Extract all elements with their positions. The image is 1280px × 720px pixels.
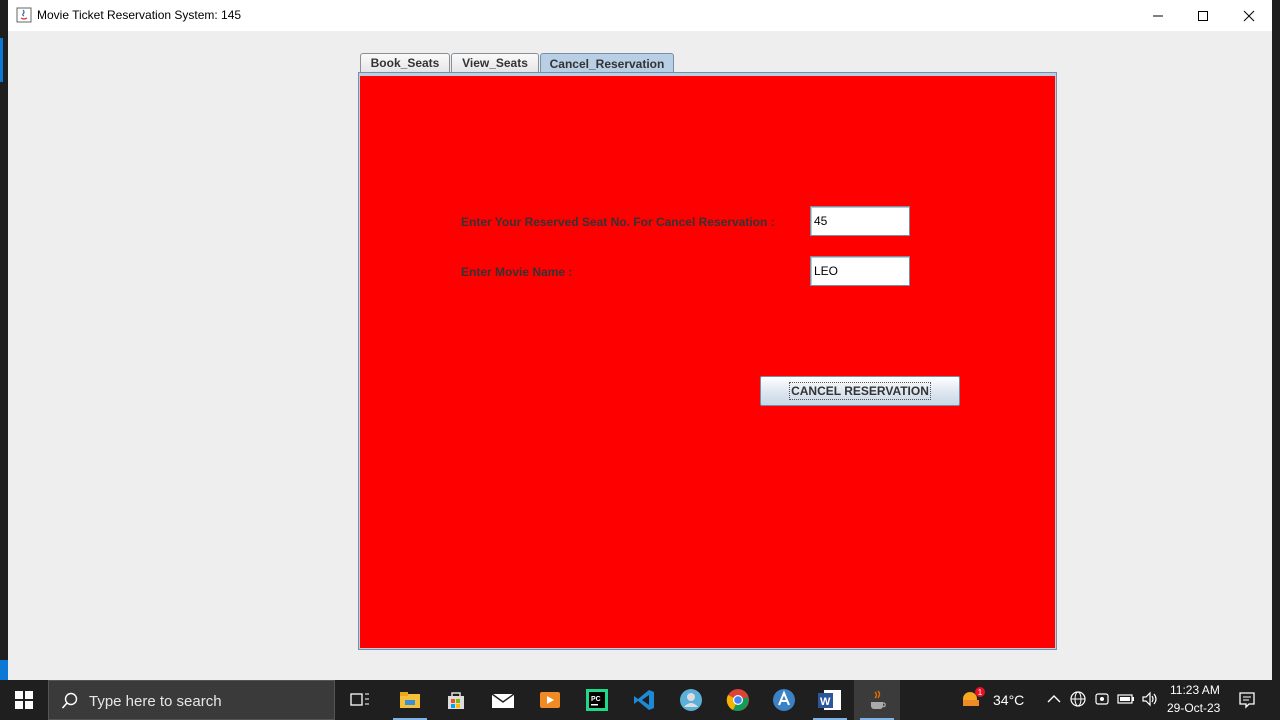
- svg-text:W: W: [820, 696, 831, 708]
- clock-time[interactable]: 11:23 AM: [1170, 683, 1220, 697]
- start-button[interactable]: [0, 680, 48, 720]
- store-icon[interactable]: [433, 680, 479, 720]
- vscode-icon[interactable]: [621, 680, 667, 720]
- task-view-icon[interactable]: [337, 680, 383, 720]
- notifications-icon[interactable]: [1237, 690, 1257, 710]
- java-app-icon: [16, 7, 32, 23]
- contacts-icon[interactable]: [668, 680, 714, 720]
- java-app-icon[interactable]: [854, 680, 900, 720]
- close-button[interactable]: [1226, 0, 1272, 31]
- close-icon: [1243, 10, 1255, 21]
- desktop-edge-accent: [0, 38, 3, 82]
- minimize-button[interactable]: [1135, 0, 1181, 31]
- app-icon[interactable]: [761, 680, 807, 720]
- chrome-icon[interactable]: [715, 680, 761, 720]
- windows-icon: [15, 691, 33, 709]
- volume-icon[interactable]: [1140, 689, 1160, 709]
- window-title: Movie Ticket Reservation System: 145: [37, 8, 242, 22]
- clock-date[interactable]: 29-Oct-23: [1167, 701, 1220, 715]
- search-placeholder: Type here to search: [89, 693, 222, 710]
- tab-view-seats[interactable]: View_Seats: [451, 53, 539, 72]
- globe-icon[interactable]: [1068, 689, 1088, 709]
- title-bar[interactable]: Movie Ticket Reservation System: 145: [8, 0, 1272, 31]
- mail-icon[interactable]: [480, 680, 526, 720]
- taskbar-search-box[interactable]: Type here to search: [48, 680, 335, 720]
- tab-book-seats[interactable]: Book_Seats: [360, 53, 450, 72]
- tab-cancel-reservation[interactable]: Cancel_Reservation: [540, 53, 674, 73]
- svg-text:PC: PC: [591, 696, 601, 703]
- desktop-edge-accent-bottom: [0, 660, 8, 680]
- meet-now-icon[interactable]: [1092, 689, 1112, 709]
- word-icon[interactable]: W: [807, 680, 853, 720]
- chevron-up-icon[interactable]: [1044, 689, 1064, 709]
- maximize-icon: [1198, 10, 1208, 21]
- weather-badge: 1: [975, 687, 985, 697]
- media-player-icon[interactable]: [527, 680, 573, 720]
- desktop-edge-left: [0, 31, 8, 680]
- movie-name-field[interactable]: LEO: [810, 256, 910, 286]
- movie-name-label: Enter Movie Name :: [461, 265, 573, 279]
- minimize-icon: [1153, 15, 1163, 16]
- pycharm-icon[interactable]: PC: [574, 680, 620, 720]
- battery-icon[interactable]: [1116, 689, 1136, 709]
- maximize-button[interactable]: [1180, 0, 1226, 31]
- cancel-reservation-panel: Enter Your Reserved Seat No. For Cancel …: [360, 76, 1055, 648]
- search-icon: [61, 692, 79, 715]
- app-window: Movie Ticket Reservation System: 145 Boo…: [8, 0, 1272, 680]
- cancel-reservation-button[interactable]: CANCEL RESERVATION: [760, 376, 960, 406]
- seat-number-field[interactable]: 45: [810, 206, 910, 236]
- file-explorer-icon[interactable]: [387, 680, 433, 720]
- desktop-edge-right: [1272, 31, 1280, 680]
- seat-number-label: Enter Your Reserved Seat No. For Cancel …: [461, 215, 775, 229]
- taskbar: Type here to search PC W: [0, 680, 1280, 720]
- cancel-reservation-button-label: CANCEL RESERVATION: [789, 382, 931, 400]
- weather-temperature[interactable]: 34°C: [993, 692, 1024, 708]
